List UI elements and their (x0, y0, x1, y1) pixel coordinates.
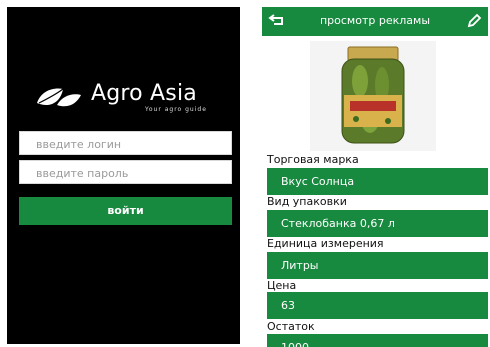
brand-logo: Agro Asia Your agro guide (33, 79, 233, 119)
field-label-price: Цена (267, 279, 297, 292)
login-input[interactable]: введите логин (19, 131, 232, 155)
page-title: просмотр рекламы (319, 14, 431, 27)
leaf-icon (37, 88, 81, 107)
field-value-package[interactable]: Стеклобанка 0,67 л (267, 210, 488, 237)
field-value-stock[interactable]: 1000 (267, 334, 488, 347)
field-value-brand[interactable]: Вкус Солнца (267, 168, 488, 195)
brand-tagline: Your agro guide (145, 106, 207, 113)
ad-view-screen: просмотр рекламы Торговая марка Вкус Сол… (262, 7, 488, 347)
field-value-unit[interactable]: Литры (267, 252, 488, 279)
field-value-price[interactable]: 63 (267, 292, 488, 319)
field-label-stock: Остаток (267, 320, 315, 333)
edit-pencil-icon[interactable] (466, 13, 482, 33)
login-screen: Agro Asia Your agro guide введите логин … (7, 7, 240, 344)
product-image (310, 41, 436, 151)
top-bar: просмотр рекламы (262, 7, 488, 36)
field-label-package: Вид упаковки (267, 195, 347, 208)
password-input[interactable]: введите пароль (19, 160, 232, 184)
login-button[interactable]: войти (19, 197, 232, 225)
field-label-brand: Торговая марка (267, 153, 359, 166)
brand-name: Agro Asia (91, 81, 197, 106)
field-label-unit: Единица измерения (267, 237, 384, 250)
